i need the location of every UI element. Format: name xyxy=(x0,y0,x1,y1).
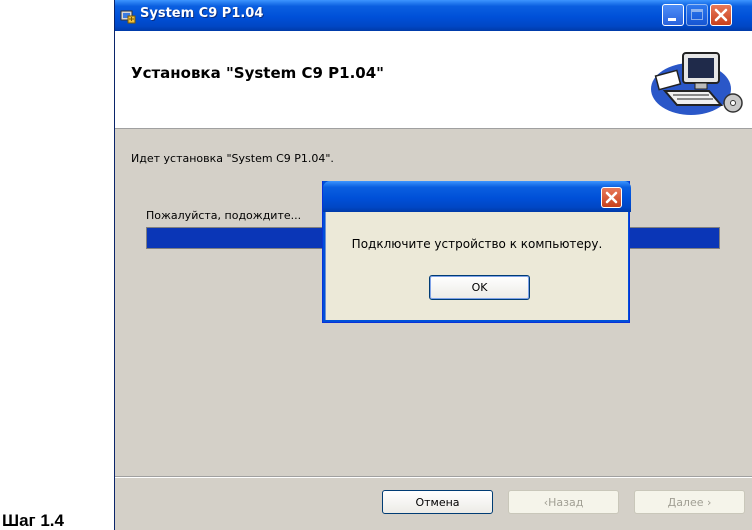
dialog-body: Подключите устройство к компьютеру. OK xyxy=(326,212,628,320)
status-text: Идет установка "System C9 P1.04". xyxy=(131,152,334,165)
dialog-title-bar[interactable] xyxy=(323,181,631,212)
installer-icon xyxy=(120,10,136,24)
close-icon[interactable] xyxy=(601,187,622,208)
minimize-icon[interactable] xyxy=(662,4,684,26)
next-button[interactable]: Далее › xyxy=(634,490,745,514)
alert-dialog: Подключите устройство к компьютеру. OK xyxy=(322,181,631,323)
maximize-icon[interactable] xyxy=(686,4,708,26)
window-title: System C9 P1.04 xyxy=(140,6,264,21)
computer-install-icon xyxy=(651,52,743,115)
progress-label: Пожалуйста, подождите... xyxy=(146,209,302,222)
cancel-button[interactable]: Отмена xyxy=(382,490,493,514)
step-caption: Шаг 1.4 xyxy=(2,511,64,530)
close-icon[interactable] xyxy=(710,4,732,26)
installer-banner: Установка "System C9 P1.04" xyxy=(115,31,752,129)
page-title: Установка "System C9 P1.04" xyxy=(131,64,384,82)
window-title-bar[interactable]: System C9 P1.04 xyxy=(115,0,752,31)
dialog-message: Подключите устройство к компьютеру. xyxy=(351,237,603,251)
ok-button[interactable]: OK xyxy=(429,275,530,300)
back-button[interactable]: ‹Назад xyxy=(508,490,619,514)
footer-divider xyxy=(115,476,752,478)
